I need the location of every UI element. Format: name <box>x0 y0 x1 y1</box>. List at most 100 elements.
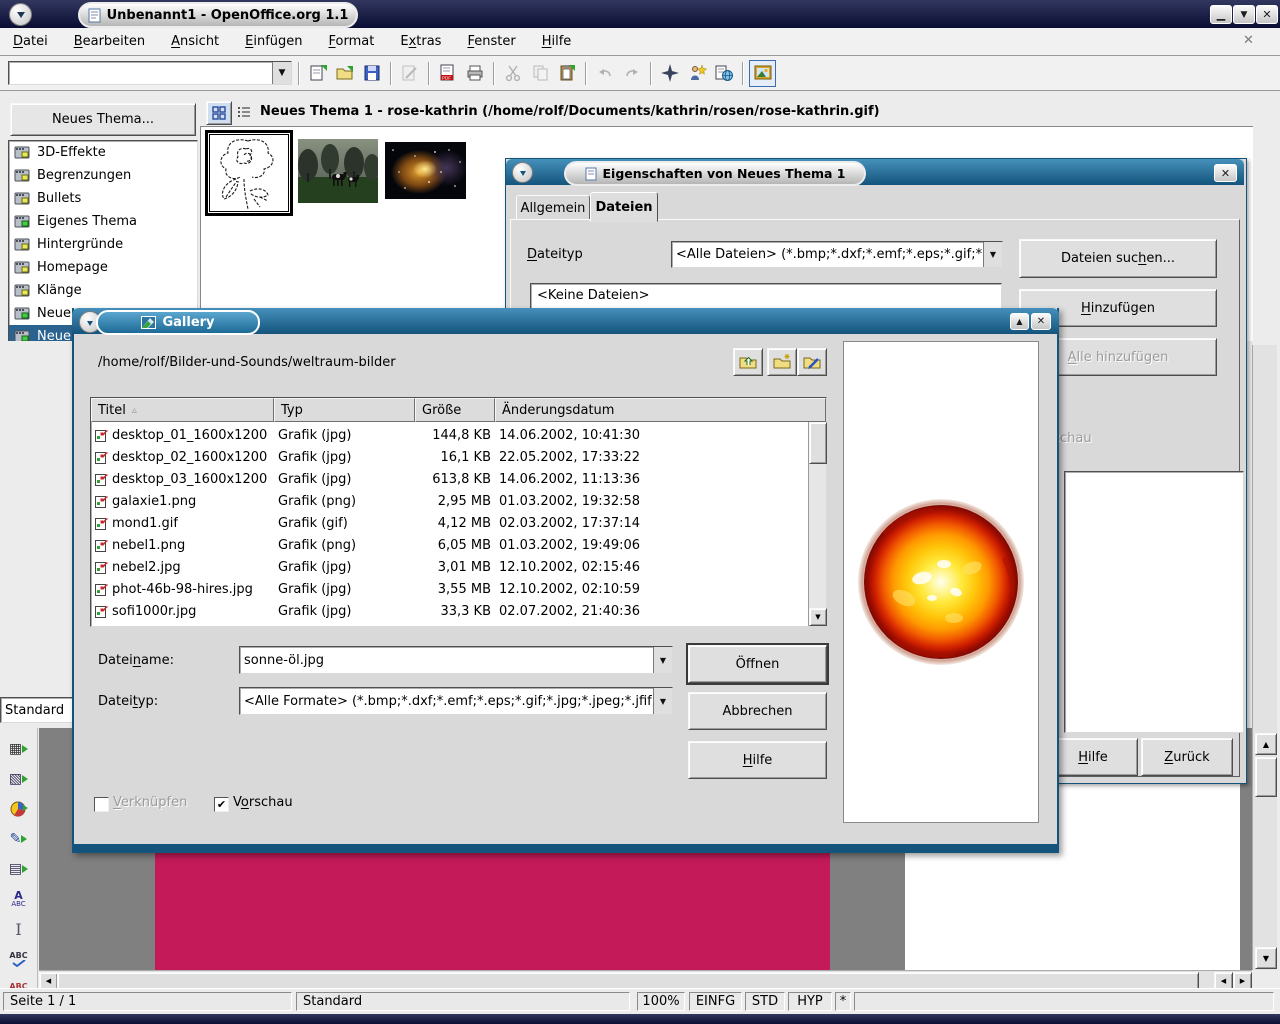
scroll-down-icon[interactable]: ▼ <box>809 608 827 626</box>
column-header-datum[interactable]: Änderungsdatum <box>495 398 826 422</box>
menu-bearbeiten[interactable]: Bearbeiten <box>61 29 158 54</box>
status-style[interactable]: Standard <box>296 992 630 1011</box>
find-files-button[interactable]: Dateien suchen... <box>1019 239 1217 278</box>
cut-icon[interactable] <box>500 61 525 86</box>
close-document-icon[interactable]: ✕ <box>1243 33 1254 48</box>
menu-einfuegen[interactable]: Einfügen <box>232 29 315 54</box>
tab-dateien[interactable]: Dateien <box>590 192 658 222</box>
tab-allgemein[interactable]: Allgemein <box>516 195 590 221</box>
file-row[interactable]: galaxie1.pngGrafik (png)2,95 MB01.03.200… <box>91 490 808 512</box>
file-row[interactable]: desktop_03_1600x1200Grafik (jpg)613,8 KB… <box>91 468 808 490</box>
vertical-scrollbar-thumb[interactable] <box>1255 757 1277 797</box>
status-zoom[interactable]: 100% <box>637 992 685 1011</box>
thumbnail-nebula[interactable] <box>385 142 466 203</box>
back-button[interactable]: Zurück <box>1141 738 1233 776</box>
new-theme-button[interactable]: Neues Thema... <box>10 103 196 136</box>
file-type-combobox[interactable]: <Alle Dateien> (*.bmp;*.dxf;*.emf;*.eps;… <box>671 241 1003 268</box>
paragraph-style-combobox[interactable]: Standard <box>0 697 78 723</box>
autopilot-icon[interactable] <box>684 61 709 86</box>
chevron-down-icon[interactable]: ▼ <box>983 242 1002 267</box>
redo-icon[interactable] <box>619 61 644 86</box>
file-list[interactable]: Titel▵ Typ Größe Änderungsdatum desktop_… <box>90 397 827 627</box>
status-insert-mode[interactable]: EINFG <box>689 992 742 1011</box>
properties-dialog-title-pill[interactable]: Eigenschaften von Neues Thema 1 <box>564 161 866 186</box>
link-checkbox-label[interactable]: Verknüpfen <box>113 795 187 810</box>
column-header-groesse[interactable]: Größe <box>415 398 495 422</box>
file-list-scrollbar-thumb[interactable] <box>809 422 827 464</box>
theme-item-homepage[interactable]: Homepage <box>9 256 197 279</box>
scroll-down-icon[interactable]: ▼ <box>1255 947 1277 969</box>
filename-value[interactable]: sonne-öl.jpg <box>240 653 653 668</box>
scroll-up-icon[interactable]: ▲ <box>1255 733 1277 755</box>
chevron-down-icon[interactable]: ▼ <box>653 688 672 714</box>
preview-checkbox-label[interactable]: Vorschau <box>233 795 293 810</box>
gallery-dialog-title-pill[interactable]: Gallery <box>96 310 260 335</box>
shade-button[interactable]: ▲ <box>1010 313 1029 330</box>
export-pdf-icon[interactable]: PDF <box>435 61 460 86</box>
print-icon[interactable] <box>462 61 487 86</box>
theme-item-klaenge[interactable]: Klänge <box>9 279 197 302</box>
window-title-pill[interactable]: Unbenannt1 - OpenOffice.org 1.1 <box>78 2 358 28</box>
open-icon[interactable] <box>332 61 357 86</box>
window-menu-button[interactable] <box>9 3 32 26</box>
status-selection-mode[interactable]: STD <box>745 992 785 1011</box>
draw-functions-icon[interactable]: ✎ <box>3 826 35 852</box>
help-button[interactable]: Hilfe <box>1048 738 1138 776</box>
theme-item-3d-effekte[interactable]: 3D-Effekte <box>9 141 197 164</box>
status-hyperlink-mode[interactable]: HYP <box>788 992 832 1011</box>
filename-combobox[interactable]: sonne-öl.jpg ▼ <box>239 646 673 674</box>
insert-frame-icon[interactable]: ▧ <box>3 766 35 792</box>
window-menu-button[interactable] <box>512 162 533 183</box>
grid-view-button[interactable] <box>206 101 232 125</box>
undo-icon[interactable] <box>592 61 617 86</box>
insert-fields-icon[interactable]: AABC <box>3 886 35 912</box>
file-row[interactable]: sofi1000r.jpgGrafik (jpg)33,3 KB02.07.20… <box>91 600 808 622</box>
gallery-icon[interactable] <box>749 60 776 87</box>
form-functions-icon[interactable]: ▤ <box>3 856 35 882</box>
close-button[interactable]: ✕ <box>1031 313 1051 330</box>
close-button[interactable]: ✕ <box>1256 5 1278 24</box>
list-view-button[interactable] <box>232 101 256 123</box>
menu-hilfe[interactable]: Hilfe <box>529 29 585 54</box>
horizontal-scrollbar[interactable]: ◀ ◀ ▶ <box>39 970 1252 989</box>
navigator-icon[interactable] <box>657 61 682 86</box>
copy-icon[interactable] <box>527 61 552 86</box>
properties-dialog-title-bar[interactable]: Eigenschaften von Neues Thema 1 ✕ <box>506 159 1244 185</box>
minimize-button[interactable]: ▁ <box>1210 5 1232 24</box>
theme-item-bullets[interactable]: Bullets <box>9 187 197 210</box>
gallery-dialog-title-bar[interactable]: Gallery ▲ ✕ <box>72 308 1059 334</box>
insert-object-icon[interactable] <box>3 796 35 822</box>
file-row[interactable]: mond1.gifGrafik (gif)4,12 MB02.03.2002, … <box>91 512 808 534</box>
nonprinting-characters-icon[interactable]: I <box>3 916 35 942</box>
theme-item-eigenes-thema[interactable]: Eigenes Thema <box>9 210 197 233</box>
autospellcheck-icon[interactable]: ABC <box>3 946 35 972</box>
url-combobox[interactable]: ▼ <box>8 61 292 85</box>
file-row[interactable]: nebel1.pngGrafik (png)6,05 MB01.03.2002,… <box>91 534 808 556</box>
vertical-scrollbar[interactable]: ▲ ▼ <box>1252 345 1277 970</box>
up-one-level-button[interactable] <box>733 348 763 376</box>
menu-ansicht[interactable]: Ansicht <box>158 29 232 54</box>
theme-item-begrenzungen[interactable]: Begrenzungen <box>9 164 197 187</box>
menu-fenster[interactable]: Fenster <box>454 29 528 54</box>
save-icon[interactable] <box>359 61 384 86</box>
default-directory-button[interactable] <box>797 348 827 376</box>
new-folder-button[interactable] <box>767 348 797 376</box>
preview-checkbox[interactable]: ✔ <box>214 797 229 812</box>
new-document-icon[interactable] <box>305 61 330 86</box>
insert-table-icon[interactable]: ▦ <box>3 736 35 762</box>
help-button[interactable]: Hilfe <box>688 741 827 779</box>
chevron-down-icon[interactable]: ▼ <box>272 62 291 84</box>
title-bar[interactable]: Unbenannt1 - OpenOffice.org 1.1 ▁ ▼ ✕ <box>0 0 1280 28</box>
close-button[interactable]: ✕ <box>1214 164 1237 182</box>
file-row[interactable]: desktop_01_1600x1200Grafik (jpg)144,8 KB… <box>91 424 808 446</box>
filetype-combobox[interactable]: <Alle Formate> (*.bmp;*.dxf;*.emf;*.eps;… <box>239 687 673 715</box>
column-header-typ[interactable]: Typ <box>274 398 415 422</box>
menu-datei[interactable]: Datei <box>0 29 61 54</box>
edit-file-icon[interactable] <box>397 61 422 86</box>
link-checkbox[interactable] <box>94 797 109 812</box>
status-page[interactable]: Seite 1 / 1 <box>3 992 292 1011</box>
file-row[interactable]: phot-46b-98-hires.jpgGrafik (jpg)3,55 MB… <box>91 578 808 600</box>
paste-icon[interactable] <box>554 61 579 86</box>
thumbnail-landscape[interactable] <box>298 139 378 207</box>
open-button[interactable]: Öffnen <box>688 645 827 683</box>
